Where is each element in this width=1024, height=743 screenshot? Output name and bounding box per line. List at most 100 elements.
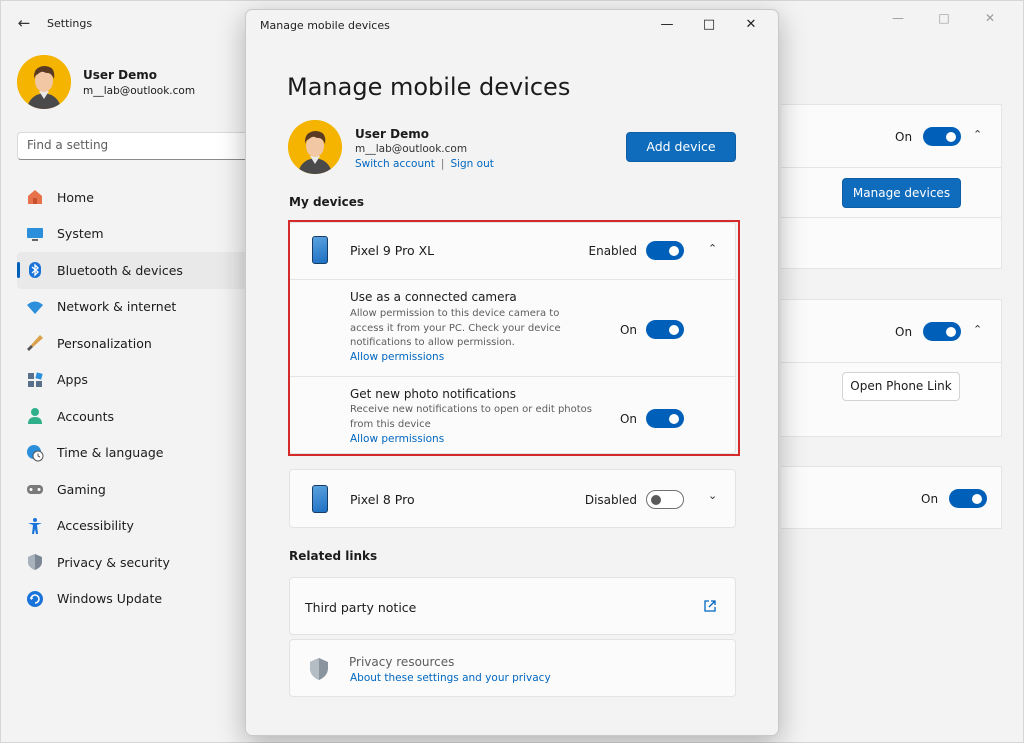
mobile-devices-extra [781, 217, 1001, 269]
sidebar-item-time-language[interactable]: Time & language [17, 435, 249, 472]
allow-permissions-link[interactable]: Allow permissions [350, 433, 444, 445]
sidebar-item-gaming[interactable]: Gaming [17, 471, 249, 508]
device-name: Pixel 9 Pro XL [350, 243, 435, 258]
device-card-pixel-8-pro[interactable]: Pixel 8 Pro Disabled ⌄ [289, 469, 736, 528]
search-input[interactable]: Find a setting [17, 132, 249, 160]
phone-link-subrow: Open Phone Link [781, 362, 1001, 408]
mobile-devices-state: On [895, 130, 913, 144]
phone-icon [312, 485, 328, 513]
dialog-window-title: Manage mobile devices [260, 19, 390, 32]
minimize-icon[interactable]: — [875, 7, 921, 29]
sidebar-item-label: System [57, 226, 104, 242]
refresh-icon [25, 589, 45, 609]
device-enabled-toggle[interactable] [646, 490, 684, 509]
sign-out-link[interactable]: Sign out [450, 158, 493, 170]
chevron-up-icon[interactable]: ⌃ [973, 323, 982, 336]
sidebar-item-system[interactable]: System [17, 216, 249, 253]
option-state: On [619, 323, 637, 337]
sidebar-item-network[interactable]: Network & internet [17, 289, 249, 326]
device-card-pixel-9-pro-xl: Pixel 9 Pro XL Enabled ⌃ Use as a connec… [289, 222, 736, 454]
device-enabled-toggle[interactable] [646, 241, 684, 260]
add-device-button[interactable]: Add device [626, 132, 736, 162]
avatar [17, 55, 71, 109]
settings-window-controls: — □ ✕ [875, 7, 1013, 29]
sidebar-item-label: Privacy & security [57, 554, 170, 570]
phone-link-toggle[interactable] [923, 322, 961, 341]
device-name: Pixel 8 Pro [350, 492, 415, 507]
account-links: Switch account | Sign out [355, 158, 494, 170]
settings-window-title: Settings [47, 17, 93, 30]
option-row-connected-camera: Use as a connected camera Allow permissi… [290, 279, 735, 376]
mobile-devices-subrow: Manage devices [781, 167, 1001, 217]
wifi-icon [25, 297, 45, 317]
avatar [288, 120, 342, 174]
settings-user-email: m__lab@outlook.com [83, 85, 196, 97]
home-icon [25, 187, 45, 207]
device-status: Enabled [588, 244, 638, 258]
sidebar-item-label: Network & internet [57, 299, 177, 315]
page-title: Manage mobile devices [287, 73, 571, 101]
sidebar-item-label: Personalization [57, 335, 152, 351]
avatar-icon [17, 55, 71, 109]
sidebar-item-apps[interactable]: Apps [17, 362, 249, 399]
my-devices-label: My devices [289, 195, 364, 209]
brush-icon [25, 333, 45, 353]
third-card: On [781, 466, 1002, 529]
sidebar-item-label: Windows Update [57, 591, 163, 607]
manage-devices-button[interactable]: Manage devices [842, 178, 961, 208]
sidebar-item-label: Bluetooth & devices [57, 262, 183, 278]
chevron-up-icon[interactable]: ⌃ [708, 242, 717, 255]
third-card-state: On [921, 492, 939, 506]
third-card-toggle[interactable] [949, 489, 987, 508]
sidebar-item-bluetooth-devices[interactable]: Bluetooth & devices [17, 252, 249, 289]
phone-link-state: On [895, 325, 913, 339]
option-state: On [619, 412, 637, 426]
shield-icon [25, 552, 45, 572]
settings-user-name: User Demo [83, 68, 157, 82]
sidebar-item-accounts[interactable]: Accounts [17, 398, 249, 435]
sidebar-item-label: Accessibility [57, 518, 134, 534]
sidebar-item-windows-update[interactable]: Windows Update [17, 581, 249, 618]
switch-account-link[interactable]: Switch account [355, 158, 435, 170]
related-links-label: Related links [289, 549, 378, 563]
allow-permissions-link[interactable]: Allow permissions [350, 351, 444, 363]
option-title: Use as a connected camera [350, 290, 517, 304]
back-arrow-icon[interactable]: ← [15, 14, 33, 32]
privacy-settings-link[interactable]: About these settings and your privacy [350, 672, 551, 684]
connected-camera-toggle[interactable] [646, 320, 684, 339]
shield-icon [308, 657, 330, 681]
close-icon[interactable]: ✕ [967, 7, 1013, 29]
sidebar-item-accessibility[interactable]: Accessibility [17, 508, 249, 545]
sidebar-item-home[interactable]: Home [17, 179, 249, 216]
maximize-icon[interactable]: □ [688, 14, 730, 36]
option-row-photo-notifications: Get new photo notifications Receive new … [290, 376, 735, 455]
sidebar-item-label: Apps [57, 372, 88, 388]
chevron-up-icon[interactable]: ⌃ [973, 128, 982, 141]
sidebar-item-label: Time & language [57, 445, 164, 461]
sidebar-item-personalization[interactable]: Personalization [17, 325, 249, 362]
account-email: m__lab@outlook.com [355, 143, 468, 155]
account-name: User Demo [355, 127, 429, 141]
chevron-down-icon[interactable]: ⌄ [708, 489, 717, 502]
device-status: Disabled [584, 493, 637, 507]
bluetooth-icon [25, 260, 45, 280]
open-phone-link-button[interactable]: Open Phone Link [842, 372, 960, 401]
privacy-resources-card: Privacy resources About these settings a… [289, 639, 736, 697]
device-header-row[interactable]: Pixel 9 Pro XL Enabled ⌃ [290, 223, 735, 279]
minimize-icon[interactable]: — [646, 14, 688, 36]
dialog-window-controls: — □ ✕ [646, 14, 772, 36]
mobile-devices-toggle[interactable] [923, 127, 961, 146]
sidebar-item-label: Home [57, 189, 94, 205]
clock-globe-icon [25, 443, 45, 463]
maximize-icon[interactable]: □ [921, 7, 967, 29]
avatar-icon [288, 120, 342, 174]
sidebar-item-label: Accounts [57, 408, 114, 424]
third-party-notice-card[interactable]: Third party notice [289, 577, 736, 635]
manage-mobile-devices-dialog: Manage mobile devices — □ ✕ Manage mobil… [245, 9, 779, 736]
sidebar-item-privacy-security[interactable]: Privacy & security [17, 544, 249, 581]
photo-notifications-toggle[interactable] [646, 409, 684, 428]
close-icon[interactable]: ✕ [730, 14, 772, 36]
phone-link-card: On ⌃ Open Phone Link [781, 299, 1002, 437]
dialog-titlebar: Manage mobile devices — □ ✕ [246, 10, 778, 40]
external-link-icon [703, 599, 717, 613]
